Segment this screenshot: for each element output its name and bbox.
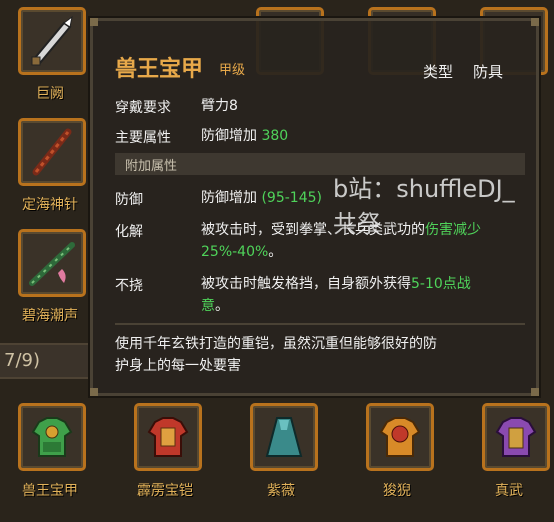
red-armor-icon — [147, 417, 189, 457]
type-value: 防具 — [473, 63, 504, 81]
item-name: 兽王宝甲 — [115, 57, 204, 82]
green-armor-icon — [31, 417, 73, 457]
requirement-key: 穿戴要求 — [115, 100, 171, 116]
watermark: b站：shuffleDJ_共祭 — [333, 175, 515, 238]
requirement-value: 臂力8 — [201, 98, 238, 114]
armor-slot-pili[interactable] — [134, 403, 202, 471]
item-label: 定海神针 — [22, 197, 78, 213]
armor-label: 霹雳宝铠 — [137, 483, 193, 499]
divider — [115, 323, 525, 325]
flute-icon — [29, 242, 75, 286]
main-attr-value: 防御增加 380 — [201, 128, 289, 144]
item-label: 巨阙 — [36, 86, 64, 102]
item-tooltip: 兽王宝甲 甲级 类型 防具 穿戴要求 臂力8 主要属性 防御增加 380 附加属… — [90, 18, 539, 396]
armor-label: 狻猊 — [383, 483, 411, 499]
page-counter: 7/9) — [0, 343, 91, 379]
armor-label: 紫薇 — [267, 483, 295, 499]
cloak-icon — [265, 417, 303, 457]
staff-icon — [32, 128, 72, 176]
item-slot-flute[interactable] — [18, 229, 86, 297]
item-grade: 甲级 — [219, 63, 246, 78]
type-key: 类型 — [423, 63, 454, 81]
unyield-text: 被攻击时触发格挡，自身额外获得5-10点战 意。 — [201, 276, 471, 314]
armor-label: 兽王宝甲 — [22, 483, 78, 499]
item-slot-staff[interactable] — [18, 118, 86, 186]
main-attr-key: 主要属性 — [115, 130, 171, 146]
resolve-key: 化解 — [115, 224, 143, 240]
sword-icon — [31, 15, 73, 66]
gold-armor-icon — [379, 417, 421, 457]
armor-slot-suanni[interactable] — [366, 403, 434, 471]
armor-slot-shouwang[interactable] — [18, 403, 86, 471]
item-slot-sword[interactable] — [18, 7, 86, 75]
item-label: 碧海潮声 — [22, 308, 78, 324]
armor-slot-zhenwu[interactable] — [482, 403, 550, 471]
armor-slot-ziwei[interactable] — [250, 403, 318, 471]
armor-label: 真武 — [495, 483, 523, 499]
item-description: 使用千年玄铁打造的重铠，虽然沉重但能够很好的防 护身上的每一处要害 — [115, 336, 437, 374]
purple-armor-icon — [495, 417, 537, 457]
defense-value: 防御增加 (95-145) — [201, 190, 322, 206]
unyield-key: 不挠 — [115, 278, 143, 294]
defense-key: 防御 — [115, 192, 143, 208]
